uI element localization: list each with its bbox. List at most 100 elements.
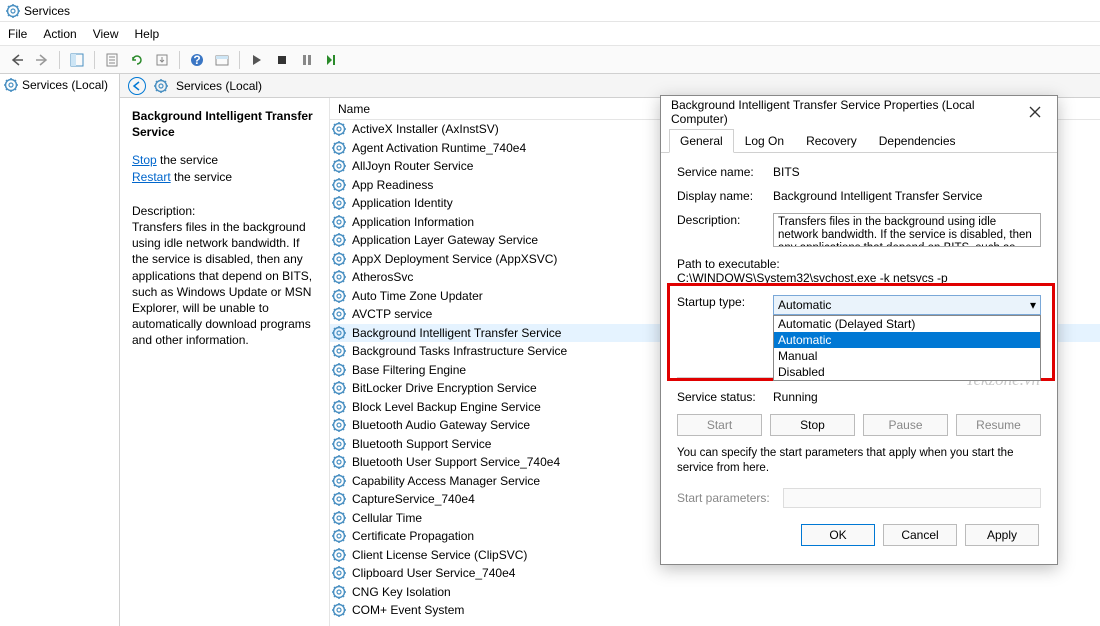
label-display-name: Display name: (677, 189, 773, 203)
help-button[interactable]: ? (186, 49, 208, 71)
service-name-label: CaptureService_740e4 (352, 492, 475, 506)
pause-service-button[interactable]: Pause (863, 414, 948, 436)
service-name-label: Bluetooth Support Service (352, 437, 491, 451)
label-start-parameters: Start parameters: (677, 491, 773, 505)
play-button[interactable] (246, 49, 268, 71)
gear-icon (332, 418, 346, 432)
service-name-label: Client License Service (ClipSVC) (352, 548, 527, 562)
view-title: Services (Local) (176, 79, 262, 93)
gear-icon (332, 381, 346, 395)
ok-button[interactable]: OK (801, 524, 875, 546)
menu-action[interactable]: Action (43, 27, 76, 41)
hint-text: You can specify the start parameters tha… (677, 446, 1041, 476)
gear-icon (332, 233, 346, 247)
service-name-label: Certificate Propagation (352, 529, 474, 543)
service-name-label: AtherosSvc (352, 270, 413, 284)
properties-dialog: Background Intelligent Transfer Service … (660, 95, 1058, 565)
tab-recovery[interactable]: Recovery (795, 129, 868, 153)
menu-help[interactable]: Help (135, 27, 160, 41)
gear-icon (332, 289, 346, 303)
apply-button[interactable]: Apply (965, 524, 1039, 546)
label-service-status: Service status: (677, 390, 773, 404)
selected-service-name: Background Intelligent Transfer Service (132, 108, 317, 140)
tab-general[interactable]: General (669, 129, 734, 153)
startup-option[interactable]: Manual (774, 348, 1040, 364)
properties-button[interactable] (101, 49, 123, 71)
tree-root-item[interactable]: Services (Local) (22, 78, 108, 92)
service-name-label: Application Identity (352, 196, 453, 210)
service-name-label: Auto Time Zone Updater (352, 289, 483, 303)
restart-link[interactable]: Restart (132, 170, 171, 184)
gear-icon (332, 141, 346, 155)
pause-button[interactable] (296, 49, 318, 71)
startup-option[interactable]: Automatic (Delayed Start) (774, 316, 1040, 332)
service-name-label: Application Layer Gateway Service (352, 233, 538, 247)
service-row[interactable]: CNG Key Isolation (330, 583, 1100, 602)
description-label: Description: (132, 203, 317, 219)
gear-icon (332, 566, 346, 580)
service-name-label: Application Information (352, 215, 474, 229)
label-description: Description: (677, 213, 773, 247)
display-name-value: Background Intelligent Transfer Service (773, 189, 1041, 203)
gear-icon (332, 492, 346, 506)
cancel-button[interactable]: Cancel (883, 524, 957, 546)
startup-option[interactable]: Automatic (774, 332, 1040, 348)
gear-icon (332, 474, 346, 488)
nav-back-icon[interactable] (128, 77, 146, 95)
menu-view[interactable]: View (93, 27, 119, 41)
label-startup-type: Startup type: (677, 295, 773, 315)
restart-button[interactable] (321, 49, 343, 71)
service-status-value: Running (773, 390, 1041, 404)
path-value: C:\WINDOWS\System32\svchost.exe -k netsv… (677, 271, 1041, 285)
service-name-label: Block Level Backup Engine Service (352, 400, 541, 414)
detail-pane: Background Intelligent Transfer Service … (120, 98, 330, 626)
startup-type-dropdown: Automatic (Delayed Start)AutomaticManual… (773, 315, 1041, 381)
service-name-label: CNG Key Isolation (352, 585, 451, 599)
export-button[interactable] (151, 49, 173, 71)
service-row[interactable]: Clipboard User Service_740e4 (330, 564, 1100, 583)
label-path: Path to executable: (677, 257, 1041, 271)
stop-button[interactable] (271, 49, 293, 71)
refresh-button[interactable] (126, 49, 148, 71)
service-name-label: Agent Activation Runtime_740e4 (352, 141, 526, 155)
service-name-value: BITS (773, 165, 1041, 179)
gear-icon (332, 122, 346, 136)
service-name-label: App Readiness (352, 178, 433, 192)
start-button[interactable]: Start (677, 414, 762, 436)
gear-icon (332, 529, 346, 543)
description-text: Transfers files in the background using … (132, 219, 317, 349)
svg-text:?: ? (193, 53, 200, 67)
service-name-label: COM+ Event System (352, 603, 464, 617)
gear-icon (332, 270, 346, 284)
service-name-label: Bluetooth Audio Gateway Service (352, 418, 530, 432)
forward-button[interactable] (31, 49, 53, 71)
dialog-tabs: General Log On Recovery Dependencies (661, 128, 1057, 153)
service-name-label: Bluetooth User Support Service_740e4 (352, 455, 560, 469)
gear-icon (332, 363, 346, 377)
service-name-label: AllJoyn Router Service (352, 159, 473, 173)
back-button[interactable] (6, 49, 28, 71)
tab-dependencies[interactable]: Dependencies (868, 129, 967, 153)
chevron-down-icon: ▾ (1030, 298, 1036, 312)
gear-icon (332, 603, 346, 617)
tab-logon[interactable]: Log On (734, 129, 795, 153)
gear-icon (332, 585, 346, 599)
window-title: Services (24, 4, 70, 18)
close-button[interactable] (1024, 100, 1047, 124)
service-row[interactable]: COM+ Event System (330, 601, 1100, 620)
stop-link[interactable]: Stop (132, 153, 157, 167)
gear-icon (332, 196, 346, 210)
resume-button[interactable]: Resume (956, 414, 1041, 436)
gear-icon (332, 548, 346, 562)
startup-option[interactable]: Disabled (774, 364, 1040, 380)
menu-file[interactable]: File (8, 27, 27, 41)
startup-type-combo[interactable]: Automatic ▾ (773, 295, 1041, 315)
toolbar-btn-extra[interactable] (211, 49, 233, 71)
description-box[interactable]: Transfers files in the background using … (773, 213, 1041, 247)
menubar: File Action View Help (0, 22, 1100, 46)
gear-icon (332, 511, 346, 525)
service-name-label: Background Tasks Infrastructure Service (352, 344, 567, 358)
show-hide-tree-button[interactable] (66, 49, 88, 71)
service-name-label: Background Intelligent Transfer Service (352, 326, 561, 340)
stop-service-button[interactable]: Stop (770, 414, 855, 436)
